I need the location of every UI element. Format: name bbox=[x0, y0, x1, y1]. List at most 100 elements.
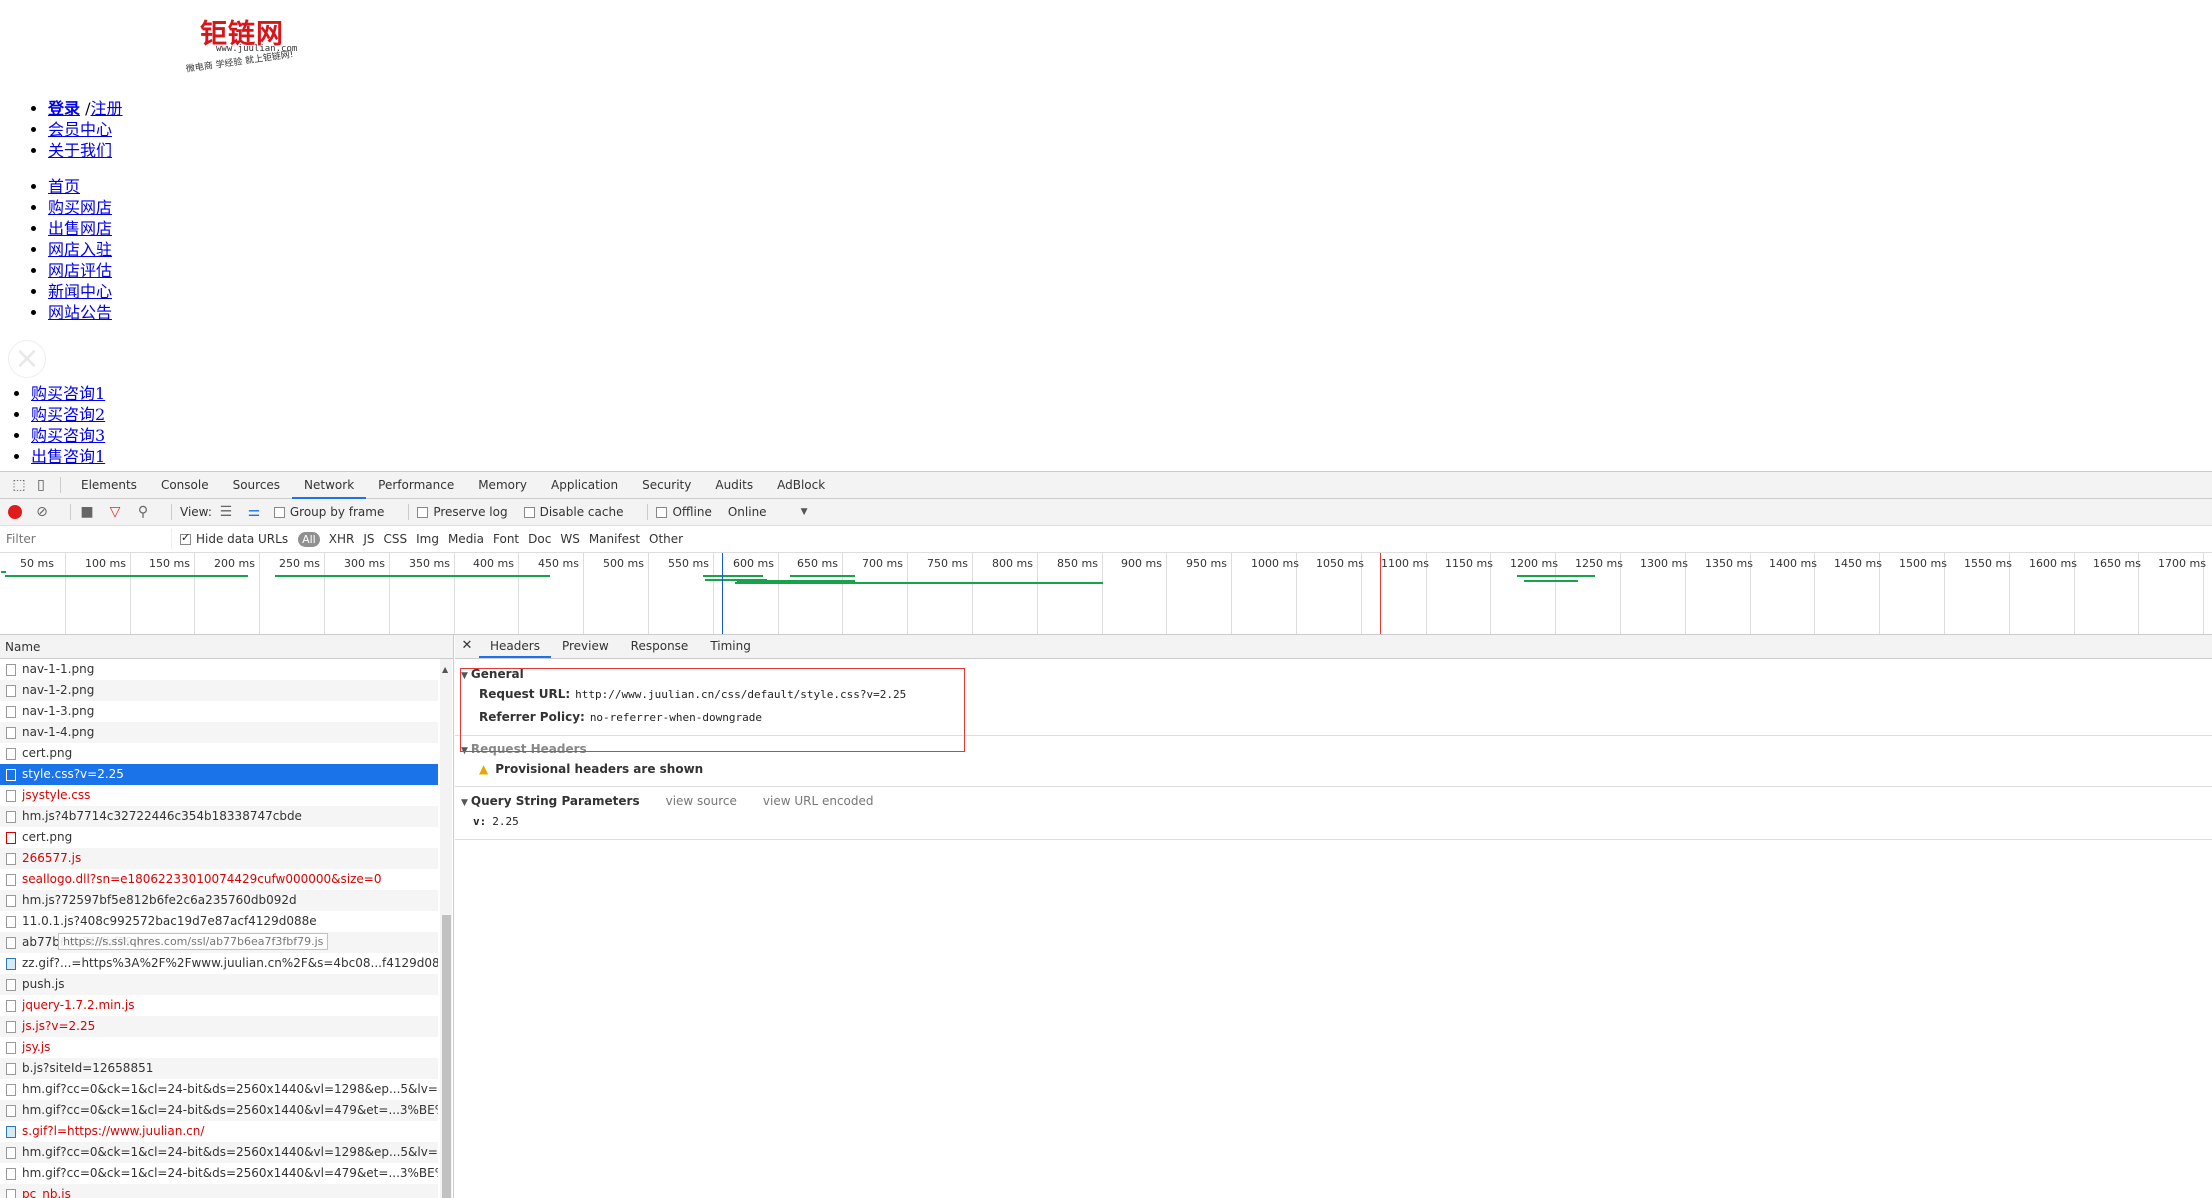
request-row[interactable]: cert.png bbox=[0, 743, 438, 764]
nav-link[interactable]: 网店评估 bbox=[48, 261, 112, 280]
request-row[interactable]: nav-1-3.png bbox=[0, 701, 438, 722]
request-row[interactable]: hm.gif?cc=0&ck=1&cl=24-bit&ds=2560x1440&… bbox=[0, 1142, 438, 1163]
detail-tab-timing[interactable]: Timing bbox=[699, 634, 762, 658]
scrollbar-thumb[interactable] bbox=[442, 915, 451, 1198]
view-url-encoded-link[interactable]: view URL encoded bbox=[763, 794, 874, 808]
request-row[interactable]: 266577.js bbox=[0, 848, 438, 869]
query-string-title[interactable]: ▼ Query String Parameters view source view … bbox=[455, 794, 2212, 808]
view-source-link[interactable]: view source bbox=[666, 794, 737, 808]
file-icon bbox=[6, 916, 16, 928]
filter-bar: Hide data URLs All XHR JS CSS Img Media Font Do… bbox=[0, 526, 2212, 553]
request-row[interactable]: nav-1-1.png bbox=[0, 659, 438, 680]
detail-tab-response[interactable]: Response bbox=[620, 634, 700, 658]
nav-link[interactable]: 出售网店 bbox=[48, 219, 112, 238]
request-row[interactable]: hm.gif?cc=0&ck=1&cl=24-bit&ds=2560x1440&… bbox=[0, 1163, 438, 1184]
filter-type-media[interactable]: Media bbox=[448, 532, 484, 546]
request-row[interactable]: jsystyle.css bbox=[0, 785, 438, 806]
general-section-title[interactable]: ▼ General bbox=[455, 667, 2212, 681]
filter-type-manifest[interactable]: Manifest bbox=[589, 532, 640, 546]
group-by-frame-checkbox[interactable]: Group by frame bbox=[273, 505, 384, 519]
request-row[interactable]: hm.gif?cc=0&ck=1&cl=24-bit&ds=2560x1440&… bbox=[0, 1100, 438, 1121]
network-overview-timeline[interactable]: 50 ms 100 ms 150 ms 200 ms 250 ms 300 ms 350 m… bbox=[0, 553, 2212, 635]
tab-audits[interactable]: Audits bbox=[703, 472, 765, 499]
request-row[interactable]: push.js bbox=[0, 974, 438, 995]
tab-adblock[interactable]: AdBlock bbox=[765, 472, 837, 499]
clear-icon[interactable]: ⊘ bbox=[34, 504, 50, 520]
tab-sources[interactable]: Sources bbox=[221, 472, 292, 499]
request-row[interactable]: hm.js?4b7714c32722446c354b18338747cbde bbox=[0, 806, 438, 827]
record-button[interactable] bbox=[8, 505, 22, 519]
request-row[interactable]: nav-1-2.png bbox=[0, 680, 438, 701]
large-rows-icon[interactable]: ☰ bbox=[218, 504, 234, 520]
request-row[interactable]: seallogo.dll?sn=e18062233010074429cufw00… bbox=[0, 869, 438, 890]
filter-type-js[interactable]: JS bbox=[363, 532, 374, 546]
consult-link[interactable]: 购买咨询1 bbox=[31, 384, 105, 403]
consult-link[interactable]: 购买咨询3 bbox=[31, 426, 105, 445]
nav-link[interactable]: 首页 bbox=[48, 177, 80, 196]
filter-type-all[interactable]: All bbox=[298, 532, 320, 547]
request-row[interactable]: hm.gif?cc=0&ck=1&cl=24-bit&ds=2560x1440&… bbox=[0, 1079, 438, 1100]
nav-link[interactable]: 网站公告 bbox=[48, 303, 112, 322]
filter-type-doc[interactable]: Doc bbox=[528, 532, 551, 546]
filter-type-other[interactable]: Other bbox=[649, 532, 683, 546]
request-row[interactable]: jsy.js bbox=[0, 1037, 438, 1058]
tab-performance[interactable]: Performance bbox=[366, 472, 466, 499]
close-icon[interactable]: ✕ bbox=[455, 634, 479, 658]
filter-type-font[interactable]: Font bbox=[493, 532, 519, 546]
timeline-gridline bbox=[842, 553, 843, 634]
request-headers-title[interactable]: ▼ Request Headers bbox=[455, 742, 2212, 756]
tab-elements[interactable]: Elements bbox=[69, 472, 149, 499]
tab-security[interactable]: Security bbox=[630, 472, 703, 499]
inspect-element-icon[interactable]: ⬚ bbox=[8, 474, 30, 496]
request-row[interactable]: style.css?v=2.25 bbox=[0, 764, 438, 785]
filter-type-xhr[interactable]: XHR bbox=[329, 532, 355, 546]
site-logo[interactable]: 钜链网 www.juulian.com 微电商 学经验 就上钜链网! bbox=[10, 6, 350, 84]
filter-input[interactable] bbox=[2, 529, 172, 549]
request-row[interactable]: 11.0.1.js?408c992572bac19d7e87acf4129d08… bbox=[0, 911, 438, 932]
search-icon[interactable]: ⚲ bbox=[135, 504, 151, 520]
tab-application[interactable]: Application bbox=[539, 472, 630, 499]
tab-console[interactable]: Console bbox=[149, 472, 221, 499]
member-center-link[interactable]: 会员中心 bbox=[48, 120, 112, 139]
filter-type-ws[interactable]: WS bbox=[560, 532, 579, 546]
top-links: 登录 /注册 会员中心 关于我们 bbox=[48, 98, 123, 161]
request-row[interactable]: pc_nb.js bbox=[0, 1184, 438, 1198]
request-row[interactable]: b.js?siteId=12658851 bbox=[0, 1058, 438, 1079]
request-row[interactable]: cert.png bbox=[0, 827, 438, 848]
chevron-down-icon[interactable]: ▼ bbox=[801, 507, 808, 517]
waterfall-icon[interactable]: ⚌ bbox=[246, 504, 262, 520]
filter-type-css[interactable]: CSS bbox=[383, 532, 407, 546]
throttling-select[interactable]: Online bbox=[728, 505, 767, 519]
about-us-link[interactable]: 关于我们 bbox=[48, 141, 112, 160]
login-link[interactable]: 登录 bbox=[48, 99, 80, 118]
detail-tab-headers[interactable]: Headers bbox=[479, 634, 551, 658]
hide-data-urls-checkbox[interactable]: Hide data URLs bbox=[180, 531, 288, 546]
nav-link[interactable]: 网店入驻 bbox=[48, 240, 112, 259]
capture-screenshots-icon[interactable]: ■ bbox=[79, 504, 95, 520]
nav-link[interactable]: 新闻中心 bbox=[48, 282, 112, 301]
device-toolbar-icon[interactable]: ▯ bbox=[30, 474, 52, 496]
consult-link[interactable]: 出售咨询1 bbox=[31, 447, 105, 466]
nav-link[interactable]: 购买网店 bbox=[48, 198, 112, 217]
request-row[interactable]: zz.gif?...=https%3A%2F%2Fwww.juulian.cn%… bbox=[0, 953, 438, 974]
disable-cache-checkbox[interactable]: Disable cache bbox=[523, 505, 623, 519]
filter-type-img[interactable]: Img bbox=[416, 532, 439, 546]
tab-memory[interactable]: Memory bbox=[466, 472, 539, 499]
request-row[interactable]: nav-1-4.png bbox=[0, 722, 438, 743]
filter-icon[interactable]: ▽ bbox=[107, 504, 123, 520]
register-link[interactable]: 注册 bbox=[91, 99, 123, 118]
request-row[interactable]: hm.js?72597bf5e812b6fe2c6a235760db092d bbox=[0, 890, 438, 911]
request-row[interactable]: jquery-1.7.2.min.js bbox=[0, 995, 438, 1016]
detail-tab-preview[interactable]: Preview bbox=[551, 634, 620, 658]
request-row[interactable]: s.gif?l=https://www.juulian.cn/ bbox=[0, 1121, 438, 1142]
preserve-log-checkbox[interactable]: Preserve log bbox=[417, 505, 508, 519]
consult-link[interactable]: 购买咨询2 bbox=[31, 405, 105, 424]
request-row[interactable]: js.js?v=2.25 bbox=[0, 1016, 438, 1037]
detail-tab-list: Headers Preview Response Timing bbox=[479, 634, 762, 658]
offline-checkbox[interactable]: Offline bbox=[656, 505, 712, 519]
tab-network[interactable]: Network bbox=[292, 472, 367, 499]
scroll-up-icon[interactable]: ▲ bbox=[442, 665, 448, 674]
consult-list: 购买咨询1 购买咨询2 购买咨询3 出售咨询1 bbox=[31, 383, 105, 467]
name-column-header[interactable]: Name bbox=[0, 635, 453, 659]
close-icon[interactable]: × bbox=[8, 340, 46, 378]
